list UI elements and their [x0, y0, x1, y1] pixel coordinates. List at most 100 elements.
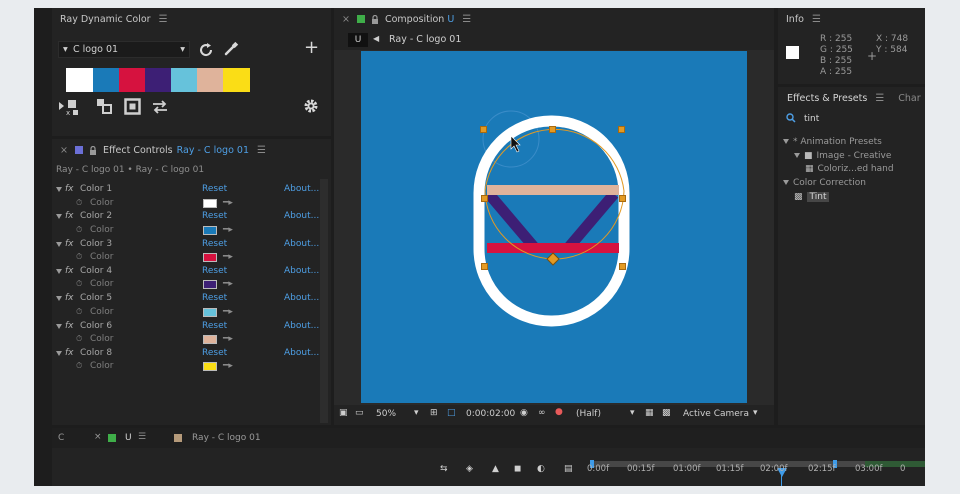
effect-row[interactable]: fx Color 4	[56, 266, 112, 276]
panel-menu-icon[interactable]: ☰	[812, 14, 821, 25]
expand-triangle-icon[interactable]	[56, 214, 62, 220]
expand-triangle-icon[interactable]	[56, 241, 62, 247]
transform-handle[interactable]	[481, 263, 488, 270]
zoom-level[interactable]: 50%	[376, 409, 396, 419]
chevron-down-icon[interactable]: ▾	[753, 408, 758, 418]
snapshot-icon[interactable]: ▣	[339, 408, 348, 418]
effect-row[interactable]: fx Color 2	[56, 211, 112, 221]
chevron-down-icon[interactable]: ▾	[630, 408, 635, 418]
reset-link[interactable]: Reset	[202, 184, 227, 194]
reset-link[interactable]: Reset	[202, 293, 227, 303]
scrollbar[interactable]	[320, 179, 328, 423]
expand-triangle-icon[interactable]	[783, 139, 789, 144]
graph-editor-icon[interactable]: ⇆	[440, 464, 448, 474]
eyedropper-icon[interactable]: ━▸	[223, 225, 233, 235]
close-icon[interactable]: ×	[94, 432, 102, 442]
expand-triangle-icon[interactable]	[56, 350, 62, 356]
fx-icon[interactable]: fx	[65, 293, 74, 303]
eyedropper-icon[interactable]: ━▸	[223, 279, 233, 289]
grid-icon[interactable]: ⊞	[430, 408, 438, 418]
transparency-grid-icon[interactable]: ▩	[662, 408, 671, 418]
combine-icon[interactable]	[96, 98, 114, 116]
tree-item[interactable]: Color Correction	[783, 178, 866, 188]
expand-triangle-icon[interactable]	[56, 268, 62, 274]
expand-triangle-icon[interactable]	[783, 180, 789, 186]
tree-item[interactable]: ▦ Coloriz...ed hand	[805, 164, 894, 174]
link-icon[interactable]: ∞	[538, 408, 546, 418]
reset-link[interactable]: Reset	[202, 239, 227, 249]
color-picker-swatch[interactable]	[203, 362, 217, 372]
frame-blend-icon[interactable]: ◼	[514, 464, 521, 474]
expand-triangle-icon[interactable]	[56, 187, 62, 192]
color-swatch[interactable]	[171, 68, 198, 92]
eyedropper-icon[interactable]	[223, 41, 239, 57]
about-link[interactable]: About...	[284, 348, 319, 358]
panel-menu-icon[interactable]: ☰	[257, 145, 266, 156]
tab-layer[interactable]: Ray - C logo 01	[192, 433, 261, 443]
fx-icon[interactable]: fx	[65, 239, 74, 249]
lock-icon[interactable]	[89, 145, 97, 155]
color-picker-swatch[interactable]	[203, 253, 217, 263]
eyedropper-icon[interactable]: ━▸	[223, 361, 233, 371]
transform-handle[interactable]	[618, 126, 625, 133]
about-link[interactable]: About...	[284, 211, 319, 221]
timecode[interactable]: 0:00:02:00	[466, 409, 515, 419]
stopwatch-icon[interactable]: ⏱	[76, 198, 82, 208]
color-swatch[interactable]	[93, 68, 120, 92]
reset-link[interactable]: Reset	[202, 321, 227, 331]
color-picker-swatch[interactable]	[203, 307, 217, 317]
color-swatch[interactable]	[197, 68, 224, 92]
stopwatch-icon[interactable]: ⏱	[76, 361, 82, 371]
stopwatch-icon[interactable]: ⏱	[76, 334, 82, 344]
roi-icon[interactable]: ▦	[645, 408, 654, 418]
transform-handle[interactable]	[480, 126, 487, 133]
eyedropper-icon[interactable]: ━▸	[223, 252, 233, 262]
panel-menu-icon[interactable]: ☰	[875, 93, 884, 104]
color-picker-swatch[interactable]	[203, 335, 217, 344]
shy-icon[interactable]: ▲	[492, 464, 499, 474]
transform-handle[interactable]	[619, 195, 626, 202]
panel-menu-icon[interactable]: ☰	[159, 14, 168, 25]
tab-menu-icon[interactable]: ☰	[138, 432, 146, 442]
gear-icon[interactable]	[303, 98, 319, 114]
transform-handle[interactable]	[619, 263, 626, 270]
chart-icon[interactable]: ▤	[564, 464, 573, 474]
about-link[interactable]: About...	[284, 266, 319, 276]
about-link[interactable]: About...	[284, 239, 319, 249]
effect-row[interactable]: fx Color 8	[56, 348, 112, 358]
fx-icon[interactable]: fx	[65, 321, 74, 331]
color-picker-swatch[interactable]	[203, 198, 217, 208]
tab-c[interactable]: C	[58, 433, 64, 443]
eyedropper-icon[interactable]: ━▸	[223, 334, 233, 344]
tab-badge[interactable]: U	[348, 33, 368, 47]
composition-canvas[interactable]	[361, 51, 747, 403]
search-input[interactable]	[804, 112, 914, 125]
reset-link[interactable]: Reset	[202, 211, 227, 221]
motion-blur-icon[interactable]: ◐	[537, 464, 545, 474]
fx-icon[interactable]: fx	[65, 211, 74, 221]
stroke-icon[interactable]	[124, 98, 142, 116]
fx-icon[interactable]: fx	[65, 348, 74, 358]
panel-menu-icon[interactable]: ☰	[462, 14, 471, 25]
color-wheel-icon[interactable]: ●	[555, 407, 563, 417]
fx-icon[interactable]: fx	[65, 266, 74, 276]
region-icon[interactable]: □	[447, 408, 456, 418]
color-swatch[interactable]	[119, 68, 146, 92]
eyedropper-icon[interactable]: ━▸	[223, 198, 233, 208]
apply-icon[interactable]: x	[58, 98, 80, 116]
tab-character[interactable]: Char	[898, 93, 920, 104]
reset-link[interactable]: Reset	[202, 348, 227, 358]
tab-u[interactable]: U	[125, 433, 132, 443]
refresh-icon[interactable]	[197, 41, 215, 59]
stopwatch-icon[interactable]: ⏱	[76, 252, 82, 262]
stopwatch-icon[interactable]: ⏱	[76, 225, 82, 235]
expand-triangle-icon[interactable]	[56, 323, 62, 329]
eyedropper-icon[interactable]: ━▸	[223, 307, 233, 317]
color-picker-swatch[interactable]	[203, 280, 217, 290]
tab-effects-presets[interactable]: Effects & Presets	[787, 93, 867, 104]
stopwatch-icon[interactable]: ⏱	[76, 279, 82, 289]
swap-icon[interactable]	[151, 99, 169, 115]
effect-row[interactable]: fx Color 3	[56, 239, 112, 249]
effect-row[interactable]: fx Color 5	[56, 293, 112, 303]
expand-triangle-icon[interactable]	[56, 296, 62, 302]
